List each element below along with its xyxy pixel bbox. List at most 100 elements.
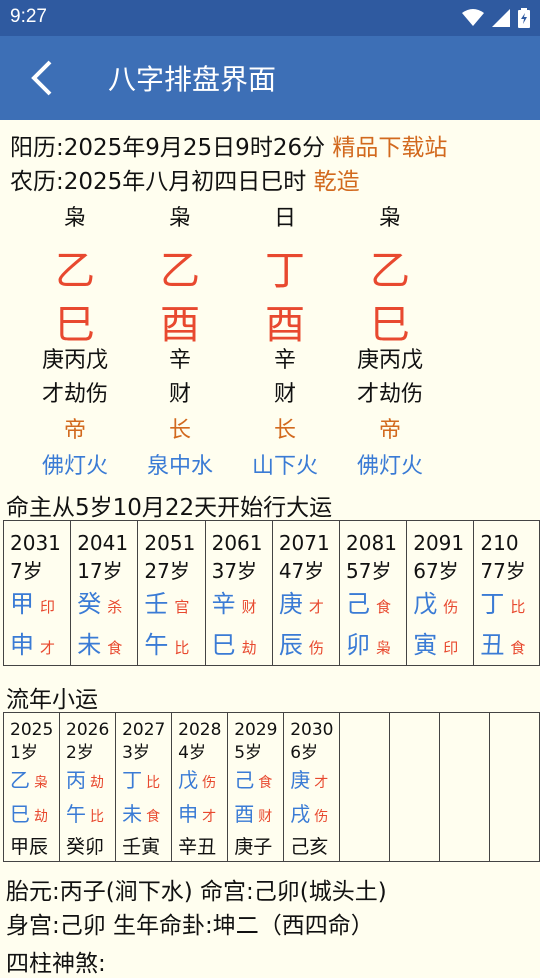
liunian-cell[interactable]: 2030 6岁 庚才 戌伤 己亥 [283, 712, 341, 862]
dayun-cell[interactable]: 2071 47岁 庚才 辰伤 [271, 520, 341, 666]
lunar-date-line: 农历:2025年八月初四日巳时 乾造 [10, 162, 360, 196]
pillar-stage: 帝 [63, 418, 86, 443]
liunian-empty-cell[interactable] [439, 712, 491, 862]
back-arrow-icon[interactable] [24, 58, 60, 98]
dayun-cell[interactable]: 2091 67岁 戊伤 寅印 [406, 520, 475, 666]
dayun-branch-god: 比 [174, 639, 190, 657]
xiaoyun: 己亥 [290, 836, 329, 858]
dayun-age: 77岁 [480, 559, 526, 583]
download-site-link[interactable]: 精品下载站 [332, 135, 447, 161]
dayun-cell[interactable]: 2031 7岁 甲印 申才 [3, 520, 72, 666]
pillar-hidden-stems: 辛 [168, 348, 191, 373]
dayun-stem-god: 比 [510, 598, 526, 616]
battery-icon [518, 8, 530, 28]
liunian-branch-god: 伤 [314, 809, 329, 825]
app-bar: 八字排盘界面 [0, 36, 540, 120]
pillar-stem: 乙 [160, 248, 200, 294]
liunian-branch: 未 [122, 802, 143, 826]
liunian-branch: 申 [178, 802, 199, 826]
dayun-branch-god: 枭 [376, 639, 392, 657]
liunian-age: 3岁 [122, 743, 150, 763]
liunian-title: 流年小运 [6, 687, 98, 713]
pillar-nayin: 山下火 [251, 454, 318, 479]
pillar-hidden-stems: 庚丙戊 [356, 348, 423, 373]
pillar-god: 枭 [378, 206, 401, 231]
liunian-age: 1岁 [10, 743, 38, 763]
dayun-stem-god: 印 [40, 598, 56, 616]
dayun-year: 2071 [278, 531, 330, 555]
liunian-year: 2025 [10, 720, 54, 740]
dayun-age: 37岁 [211, 559, 258, 583]
liunian-stem-god: 劫 [90, 775, 105, 791]
dayun-cell[interactable]: 2081 57岁 己食 卯枭 [339, 520, 408, 666]
dayun-age: 57岁 [346, 559, 392, 583]
dayun-stem: 辛 [211, 590, 236, 618]
pillar-hidden-stems: 庚丙戊 [41, 348, 108, 373]
pillar-hidden-gods: 财 [273, 382, 296, 407]
dayun-title: 命主从5岁10月22天开始行大运 [6, 495, 333, 521]
liunian-branch: 戌 [290, 802, 311, 826]
dayun-branch-god: 才 [40, 639, 56, 657]
liunian-cell[interactable]: 2029 5岁 己食 酉财 庚子 [227, 712, 285, 862]
liunian-empty-cell[interactable] [339, 712, 391, 862]
pillar-stage: 帝 [378, 418, 401, 443]
pillar-nayin: 佛灯火 [356, 454, 423, 479]
liunian-year: 2027 [122, 720, 166, 740]
dayun-age: 17岁 [77, 559, 123, 583]
dayun-stem-god: 才 [308, 598, 324, 616]
dayun-cell[interactable]: 2051 27岁 壬官 午比 [137, 520, 206, 666]
liunian-stem-god: 食 [258, 775, 273, 791]
dayun-cell[interactable]: 2061 37岁 辛财 巳劫 [204, 520, 273, 666]
pillar-god: 枭 [63, 206, 86, 231]
liunian-scroll[interactable]: 2025 1岁 乙枭 巳劫 甲辰 2026 2岁 丙劫 午比 癸卯 2027 3… [3, 712, 540, 864]
dayun-year: 2041 [77, 531, 129, 555]
liunian-stem: 乙 [10, 768, 30, 792]
lunar-date: 农历:2025年八月初四日巳时 [10, 169, 307, 195]
dayun-branch-god: 食 [510, 639, 526, 657]
liunian-stem-god: 比 [146, 775, 161, 791]
gender-tag: 乾造 [313, 169, 360, 195]
liunian-branch-god: 食 [146, 809, 161, 825]
xiaoyun: 辛丑 [178, 836, 217, 858]
liunian-year: 2026 [66, 720, 110, 740]
pillar-stem: 乙 [55, 248, 95, 294]
dayun-stem: 丁 [480, 590, 505, 618]
liunian-cell[interactable]: 2027 3岁 丁比 未食 壬寅 [115, 712, 173, 862]
dayun-branch-god: 食 [107, 639, 123, 657]
dayun-branch: 辰 [278, 631, 303, 659]
liunian-branch-god: 比 [90, 809, 105, 825]
dayun-scroll[interactable]: 2031 7岁 甲印 申才 2041 17岁 癸杀 未食 2051 27岁 壬官… [3, 520, 540, 668]
liunian-cell[interactable]: 2028 4岁 戊伤 申才 辛丑 [171, 712, 229, 862]
pillar-hidden-gods: 才劫伤 [356, 382, 423, 407]
liunian-cell[interactable]: 2025 1岁 乙枭 巳劫 甲辰 [3, 712, 61, 862]
liunian-empty-cell[interactable] [389, 712, 441, 862]
liunian-stem-god: 才 [314, 775, 329, 791]
solar-date: 阳历:2025年9月25日9时26分 [10, 135, 326, 161]
signal-icon [492, 9, 510, 27]
shensha-title: 四柱神煞: [6, 951, 106, 977]
dayun-year: 2091 [413, 531, 465, 555]
dayun-branch-god: 伤 [308, 639, 324, 657]
xiaoyun: 甲辰 [10, 836, 49, 858]
pillar-stage: 长 [168, 418, 191, 443]
liunian-empty-cell[interactable] [489, 712, 540, 862]
status-icons [462, 8, 530, 28]
liunian-stem: 丁 [122, 768, 143, 792]
liunian-age: 6岁 [290, 743, 319, 763]
liunian-stem: 丙 [66, 768, 87, 792]
xiaoyun: 庚子 [234, 836, 273, 858]
dayun-cell[interactable]: 2041 17岁 癸杀 未食 [70, 520, 139, 666]
dayun-year: 210 [480, 531, 519, 555]
xiaoyun: 癸卯 [66, 836, 105, 858]
dayun-cell[interactable]: 210 77岁 丁比 丑食 [473, 520, 540, 666]
dayun-year: 2081 [346, 531, 397, 555]
liunian-year: 2028 [178, 720, 222, 740]
liunian-year: 2029 [234, 720, 278, 740]
pillar-stage: 长 [273, 418, 296, 443]
dayun-stem: 甲 [10, 590, 34, 618]
liunian-cell[interactable]: 2026 2岁 丙劫 午比 癸卯 [59, 712, 117, 862]
xiaoyun: 壬寅 [122, 836, 161, 858]
status-time: 9:27 [10, 6, 47, 27]
dayun-stem: 庚 [278, 590, 303, 618]
liunian-table: 2025 1岁 乙枭 巳劫 甲辰 2026 2岁 丙劫 午比 癸卯 2027 3… [3, 712, 540, 862]
